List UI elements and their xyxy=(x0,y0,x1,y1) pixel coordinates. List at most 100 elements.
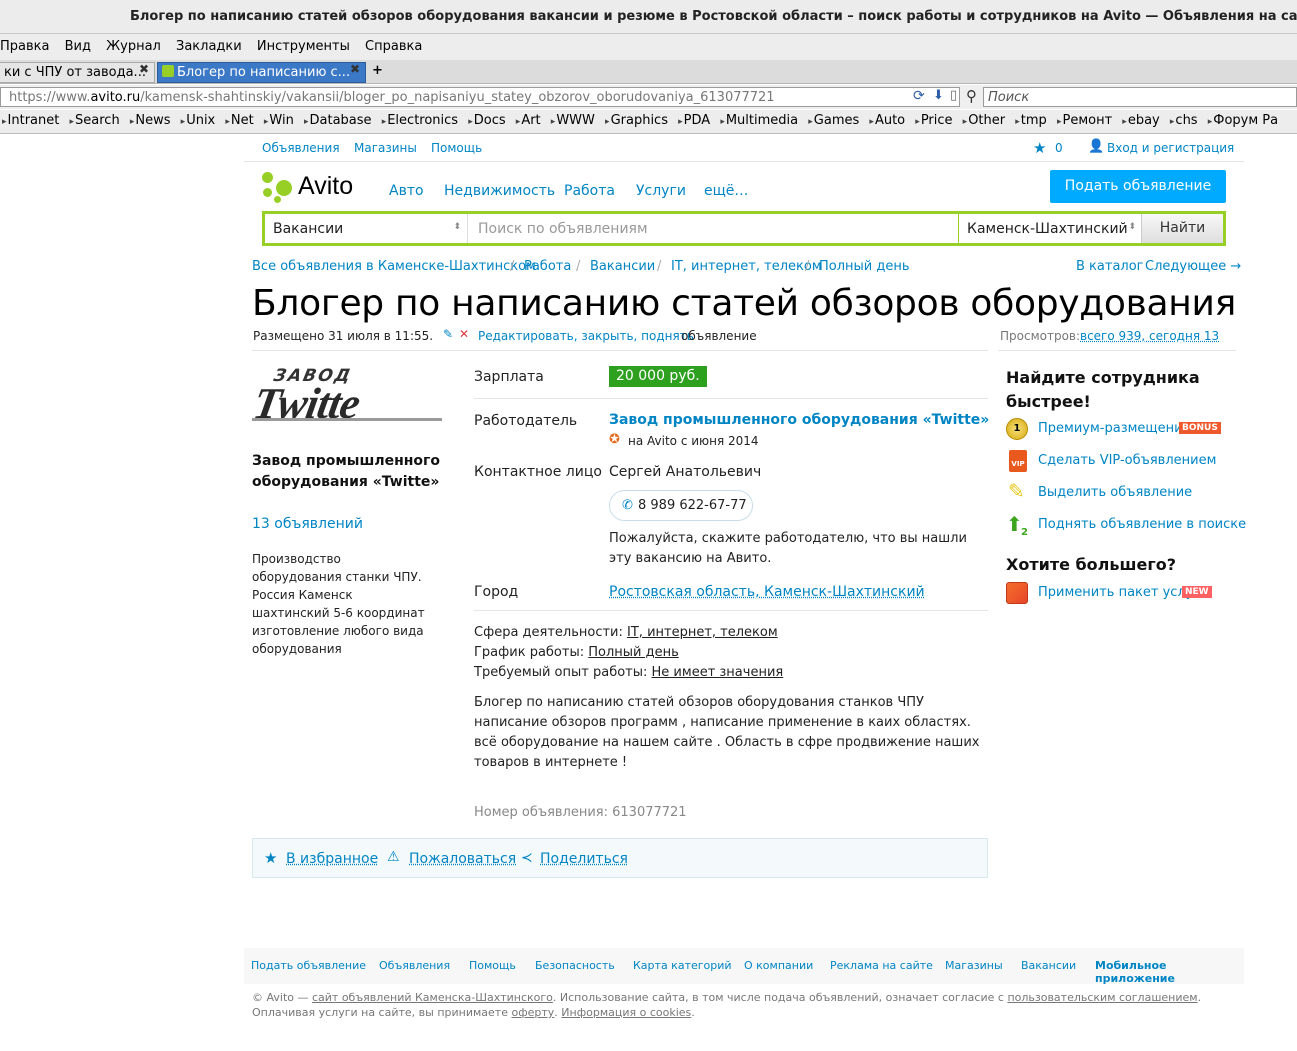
raise-link[interactable]: Поднять объявление в поиске xyxy=(1038,517,1246,532)
star-icon[interactable]: ★ xyxy=(1033,139,1046,157)
category-work[interactable]: Работа xyxy=(564,183,615,199)
edit-link[interactable]: Редактировать, закрыть, поднять xyxy=(478,329,694,343)
find-button[interactable]: Найти xyxy=(1141,214,1223,243)
company-logo[interactable]: ЗАВОД Twitte xyxy=(250,366,444,434)
download-arrow-icon[interactable]: ⬇ xyxy=(933,88,944,103)
bookmark-item[interactable]: Unix xyxy=(181,113,216,128)
favorites-count[interactable]: 0 xyxy=(1055,141,1063,155)
bookmark-item[interactable]: Win xyxy=(264,113,294,128)
menu-tools[interactable]: Инструменты xyxy=(257,39,350,54)
footer-link-about[interactable]: О компании xyxy=(744,959,813,972)
bookmark-item[interactable]: Database xyxy=(304,113,372,128)
cookies-link[interactable]: Информация о cookies xyxy=(561,1006,691,1019)
dropdown-icon[interactable]: ▯ xyxy=(950,88,957,103)
region-select[interactable]: Каменск-Шахтинский xyxy=(958,214,1142,243)
bookmark-item[interactable]: Electronics xyxy=(382,113,458,128)
category-select[interactable]: Вакансии xyxy=(265,214,468,243)
url-field[interactable]: https://www.avito.ru/kamensk-shahtinskiy… xyxy=(0,87,960,107)
next-link[interactable]: Следующее → xyxy=(1145,259,1241,274)
category-more[interactable]: ещё… xyxy=(704,183,748,199)
reload-icon[interactable]: ⟳ xyxy=(913,88,925,104)
highlight-link[interactable]: Выделить объявление xyxy=(1038,485,1192,500)
footer-link-vacancies[interactable]: Вакансии xyxy=(1021,959,1076,972)
footer-link-help[interactable]: Помощь xyxy=(469,959,516,972)
tab-previous[interactable]: ки с ЧПУ от завода... xyxy=(0,62,155,83)
footer-link-ads[interactable]: Объявления xyxy=(379,959,450,972)
pencil-icon[interactable]: ✎ xyxy=(443,327,453,341)
bookmark-item[interactable]: Graphics xyxy=(605,113,668,128)
report-button[interactable]: Пожаловаться xyxy=(409,851,516,867)
agreement-link[interactable]: пользовательским соглашением xyxy=(1007,991,1197,1004)
share-button[interactable]: Поделиться xyxy=(540,851,628,867)
top-link-ads[interactable]: Объявления xyxy=(262,141,340,155)
breadcrumb-work[interactable]: Работа xyxy=(524,259,571,274)
menu-edit[interactable]: Правка xyxy=(0,39,49,54)
bookmark-item[interactable]: Games xyxy=(808,113,859,128)
menu-history[interactable]: Журнал xyxy=(106,39,161,54)
bookmark-item[interactable]: ebay xyxy=(1122,113,1159,128)
package-link[interactable]: Применить пакет услуг xyxy=(1038,585,1200,600)
bookmark-item[interactable]: Price xyxy=(915,113,952,128)
avito-logo[interactable]: Avito xyxy=(298,172,353,201)
catalog-link[interactable]: В каталог xyxy=(1076,259,1144,274)
offer-link[interactable]: оферту xyxy=(511,1006,554,1019)
seller-ads-count[interactable]: 13 объявлений xyxy=(252,516,363,532)
experience-link[interactable]: Не имеет значения xyxy=(652,665,784,680)
breadcrumb-it[interactable]: IT, интернет, телеком xyxy=(671,259,822,274)
bookmark-item[interactable]: chs xyxy=(1170,113,1198,128)
bookmark-item[interactable]: Auto xyxy=(869,113,905,128)
bookmark-item[interactable]: Other xyxy=(963,113,1005,128)
delete-icon[interactable]: ✕ xyxy=(459,327,469,341)
bookmark-item[interactable]: tmp xyxy=(1015,113,1047,128)
footer-link-advertising[interactable]: Реклама на сайте xyxy=(830,959,933,972)
footer-link-safety[interactable]: Безопасность xyxy=(535,959,615,972)
footer-link-map[interactable]: Карта категорий xyxy=(633,959,732,972)
warning-icon[interactable]: ⚠ xyxy=(387,849,400,865)
menu-view[interactable]: Вид xyxy=(65,39,91,54)
breadcrumb-fullday[interactable]: Полный день xyxy=(819,259,910,274)
close-icon[interactable]: ✖ xyxy=(350,62,360,76)
bookmark-item[interactable]: Docs xyxy=(468,113,505,128)
close-icon[interactable]: ✖ xyxy=(139,62,149,76)
menu-bookmarks[interactable]: Закладки xyxy=(176,39,242,54)
bookmark-item[interactable]: PDA xyxy=(678,113,710,128)
browser-search-input[interactable]: Поиск xyxy=(983,87,1297,107)
premium-link[interactable]: Премиум-размещение xyxy=(1038,421,1191,436)
top-link-help[interactable]: Помощь xyxy=(431,141,482,155)
avito-logo-icon[interactable] xyxy=(262,172,294,204)
login-link[interactable]: Вход и регистрация xyxy=(1107,141,1234,155)
new-tab-button[interactable]: + xyxy=(372,63,383,78)
bookmark-item[interactable]: Art xyxy=(516,113,541,128)
footer-link-mobile[interactable]: Мобильное приложение xyxy=(1095,959,1244,985)
bookmark-item[interactable]: Ремонт xyxy=(1057,113,1112,128)
search-icon[interactable]: ⚲ xyxy=(966,87,977,105)
bookmark-item[interactable]: Multimedia xyxy=(720,113,798,128)
category-services[interactable]: Услуги xyxy=(636,183,686,199)
bookmark-item[interactable]: Net xyxy=(225,113,253,128)
share-icon[interactable]: ≺ xyxy=(521,850,533,866)
category-auto[interactable]: Авто xyxy=(389,183,424,199)
views-link[interactable]: всего 939, сегодня 13 xyxy=(1080,329,1219,343)
favorite-button[interactable]: В избранное xyxy=(286,851,378,867)
bookmark-item[interactable]: News xyxy=(130,113,171,128)
star-icon[interactable]: ★ xyxy=(264,849,277,867)
city-link[interactable]: Ростовская область, Каменск-Шахтинский xyxy=(609,584,925,600)
site-link[interactable]: сайт объявлений Каменска-Шахтинского xyxy=(312,991,553,1004)
bookmark-item[interactable]: Search xyxy=(70,113,120,128)
user-icon[interactable]: 👤 xyxy=(1088,139,1104,154)
tab-active[interactable]: Блогер по написанию с... xyxy=(157,62,366,83)
breadcrumb-vacancies[interactable]: Вакансии xyxy=(590,259,655,274)
search-input[interactable]: Поиск по объявлениям xyxy=(468,214,958,243)
bookmark-item[interactable]: Intranet xyxy=(2,113,59,128)
phone-button[interactable]: ✆ 8 989 622-67-77 xyxy=(609,490,753,521)
footer-link-shops[interactable]: Магазины xyxy=(945,959,1003,972)
vip-link[interactable]: Сделать VIP-объявлением xyxy=(1038,453,1216,468)
footer-link-post[interactable]: Подать объявление xyxy=(251,959,366,972)
bookmark-item[interactable]: Форум Ра xyxy=(1208,113,1278,128)
bookmark-item[interactable]: WWW xyxy=(551,113,595,128)
schedule-link[interactable]: Полный день xyxy=(588,645,679,660)
sphere-link[interactable]: IT, интернет, телеком xyxy=(627,625,778,640)
breadcrumb-all[interactable]: Все объявления в Каменске-Шахтинском xyxy=(252,259,536,274)
post-ad-button[interactable]: Подать объявление xyxy=(1050,170,1226,203)
top-link-shops[interactable]: Магазины xyxy=(354,141,417,155)
